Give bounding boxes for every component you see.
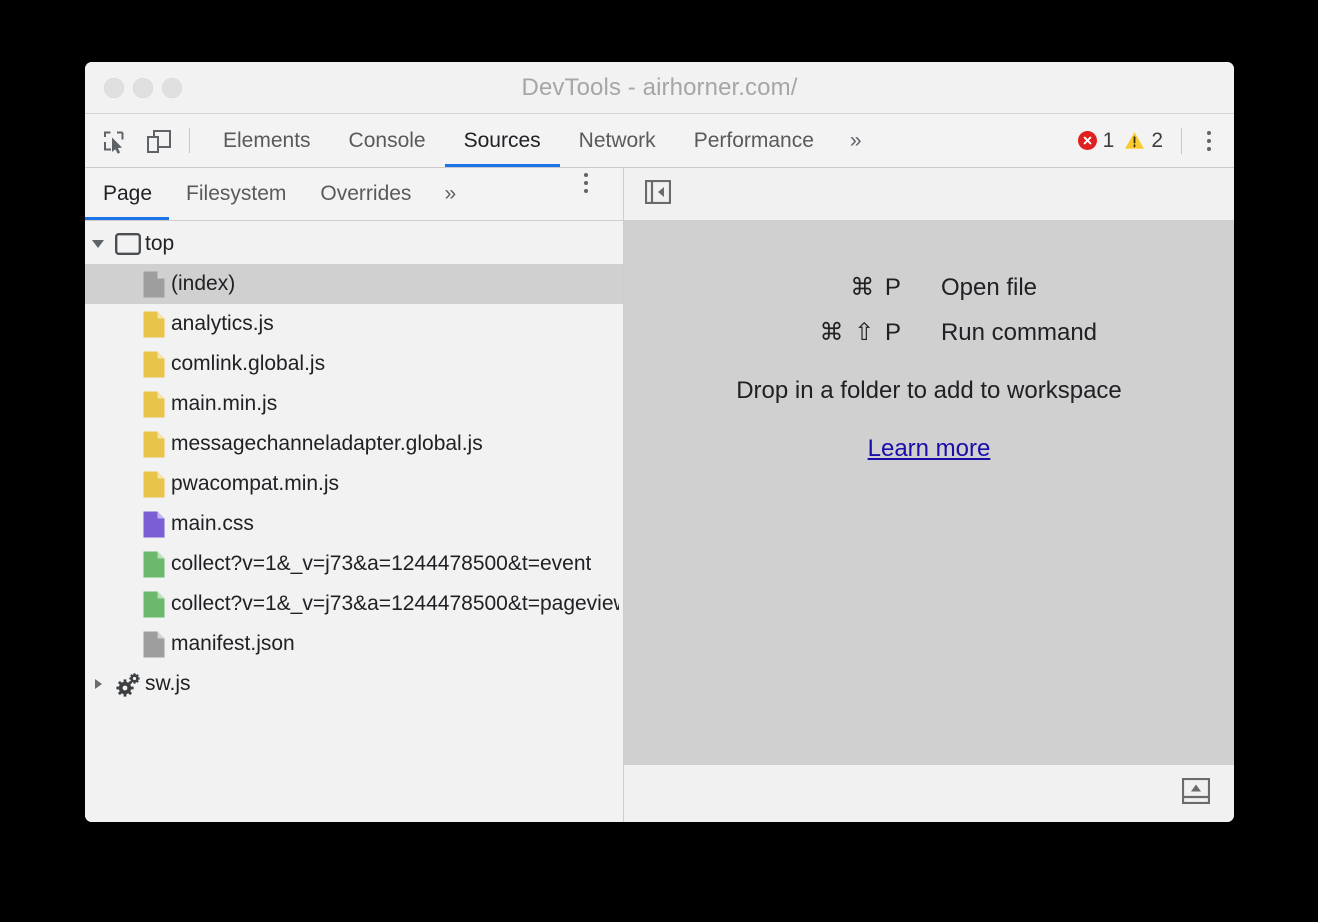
warning-counter[interactable]: 2 <box>1124 129 1163 153</box>
subtab-page-label: Page <box>103 182 152 206</box>
navigator-pane: Page Filesystem Overrides » top (index) an… <box>85 168 624 822</box>
toolbar-icons <box>85 114 173 167</box>
tree-row[interactable]: messagechanneladapter.global.js <box>85 424 623 464</box>
window-title: DevTools - airhorner.com/ <box>85 74 1234 102</box>
shortcut-open-file-keys: ⌘ P <box>761 273 941 302</box>
error-counter[interactable]: 1 <box>1078 129 1115 153</box>
toolbar-right-divider <box>1181 128 1182 154</box>
shortcut-list: ⌘ P Open file ⌘ ⇧ P Run command <box>761 273 1097 363</box>
tree-row-label: main.css <box>171 512 254 536</box>
document-icon <box>137 271 171 298</box>
tab-elements[interactable]: Elements <box>204 114 330 167</box>
tree-row[interactable]: sw.js <box>85 664 623 704</box>
window-titlebar: DevTools - airhorner.com/ <box>85 62 1234 114</box>
toolbar-divider <box>189 128 190 153</box>
editor-toolbar <box>624 168 1234 221</box>
tab-performance-label: Performance <box>694 129 814 153</box>
warning-count: 2 <box>1151 129 1163 153</box>
tree-row-label: manifest.json <box>171 632 295 656</box>
tree-row[interactable]: main.css <box>85 504 623 544</box>
error-icon <box>1078 131 1097 150</box>
tree-row[interactable]: analytics.js <box>85 304 623 344</box>
navigator-subtabs: Page Filesystem Overrides » <box>85 168 623 221</box>
tree-row-label: comlink.global.js <box>171 352 325 376</box>
script-icon <box>137 391 171 418</box>
service-worker-icon <box>111 670 145 698</box>
sources-panel: Page Filesystem Overrides » top (index) an… <box>85 168 1234 822</box>
warning-icon <box>1124 131 1145 150</box>
tab-console-label: Console <box>349 129 426 153</box>
shortcut-run-command: ⌘ ⇧ P Run command <box>761 318 1097 347</box>
tab-network-label: Network <box>579 129 656 153</box>
device-toolbar-icon[interactable] <box>143 126 173 156</box>
show-drawer-icon[interactable] <box>1182 778 1210 809</box>
tree-row-label: sw.js <box>145 672 191 696</box>
shortcut-open-file: ⌘ P Open file <box>761 273 1097 302</box>
shortcut-run-command-action: Run command <box>941 319 1097 347</box>
script-icon <box>137 311 171 338</box>
subtab-filesystem-label: Filesystem <box>186 182 286 206</box>
tree-row-label: analytics.js <box>171 312 274 336</box>
script-icon <box>137 351 171 378</box>
panel-tabs: Elements Console Sources Network Perform… <box>204 114 879 167</box>
devtools-toolbar: Elements Console Sources Network Perform… <box>85 114 1234 168</box>
tree-row-label: main.min.js <box>171 392 277 416</box>
xhr-icon <box>137 551 171 578</box>
script-icon <box>137 431 171 458</box>
tab-elements-label: Elements <box>223 129 311 153</box>
inspect-element-icon[interactable] <box>99 126 129 156</box>
tab-console[interactable]: Console <box>330 114 445 167</box>
close-button[interactable] <box>104 78 124 98</box>
subtab-overrides-label: Overrides <box>320 182 411 206</box>
tree-row[interactable]: comlink.global.js <box>85 344 623 384</box>
error-count: 1 <box>1103 129 1115 153</box>
stylesheet-icon <box>137 511 171 538</box>
toolbar-right: 1 2 <box>1078 114 1234 167</box>
collapsed-triangle-icon[interactable] <box>85 679 111 689</box>
tab-sources-label: Sources <box>464 129 541 153</box>
devtools-window: DevTools - airhorner.com/ Elements Con <box>85 62 1234 822</box>
subtab-page[interactable]: Page <box>85 168 169 220</box>
tree-row-label: pwacompat.min.js <box>171 472 339 496</box>
file-tree: top (index) analytics.js comlink.global.js m… <box>85 221 623 822</box>
more-tabs-chevron-icon[interactable]: » <box>833 114 879 167</box>
tree-row[interactable]: (index) <box>85 264 623 304</box>
subtab-overrides[interactable]: Overrides <box>303 168 428 220</box>
minimize-button[interactable] <box>133 78 153 98</box>
subtab-filesystem[interactable]: Filesystem <box>169 168 303 220</box>
tab-sources[interactable]: Sources <box>445 114 560 167</box>
tree-row[interactable]: collect?v=1&_v=j73&a=1244478500&t=pagevi… <box>85 584 623 624</box>
editor-statusbar <box>624 764 1234 822</box>
script-icon <box>137 471 171 498</box>
shortcut-open-file-action: Open file <box>941 274 1037 302</box>
editor-placeholder: ⌘ P Open file ⌘ ⇧ P Run command Drop in … <box>624 221 1234 764</box>
window-controls <box>85 78 182 98</box>
tree-row-label: messagechanneladapter.global.js <box>171 432 483 456</box>
tab-network[interactable]: Network <box>560 114 675 167</box>
document-icon <box>137 631 171 658</box>
tree-row[interactable]: manifest.json <box>85 624 623 664</box>
drop-folder-hint: Drop in a folder to add to workspace <box>736 377 1122 405</box>
shortcut-run-command-keys: ⌘ ⇧ P <box>761 318 941 347</box>
tree-row[interactable]: main.min.js <box>85 384 623 424</box>
learn-more-link[interactable]: Learn more <box>868 435 991 463</box>
tree-row-label: collect?v=1&_v=j73&a=1244478500&t=event <box>171 552 591 576</box>
expanded-triangle-icon[interactable] <box>85 240 111 248</box>
customize-menu-icon[interactable] <box>1196 126 1222 156</box>
tree-row[interactable]: collect?v=1&_v=j73&a=1244478500&t=event <box>85 544 623 584</box>
more-subtabs-chevron-icon[interactable]: » <box>428 168 472 220</box>
tree-row[interactable]: top <box>85 224 623 264</box>
tree-row[interactable]: pwacompat.min.js <box>85 464 623 504</box>
tree-row-label: (index) <box>171 272 235 296</box>
frame-icon <box>111 233 145 255</box>
tree-row-label: collect?v=1&_v=j73&a=1244478500&t=pagevi… <box>171 592 619 616</box>
tab-performance[interactable]: Performance <box>675 114 833 167</box>
show-navigator-icon[interactable] <box>645 180 671 209</box>
tree-row-label: top <box>145 232 174 256</box>
maximize-button[interactable] <box>162 78 182 98</box>
editor-pane: ⌘ P Open file ⌘ ⇧ P Run command Drop in … <box>624 168 1234 822</box>
navigator-menu-icon[interactable] <box>573 168 599 198</box>
xhr-icon <box>137 591 171 618</box>
